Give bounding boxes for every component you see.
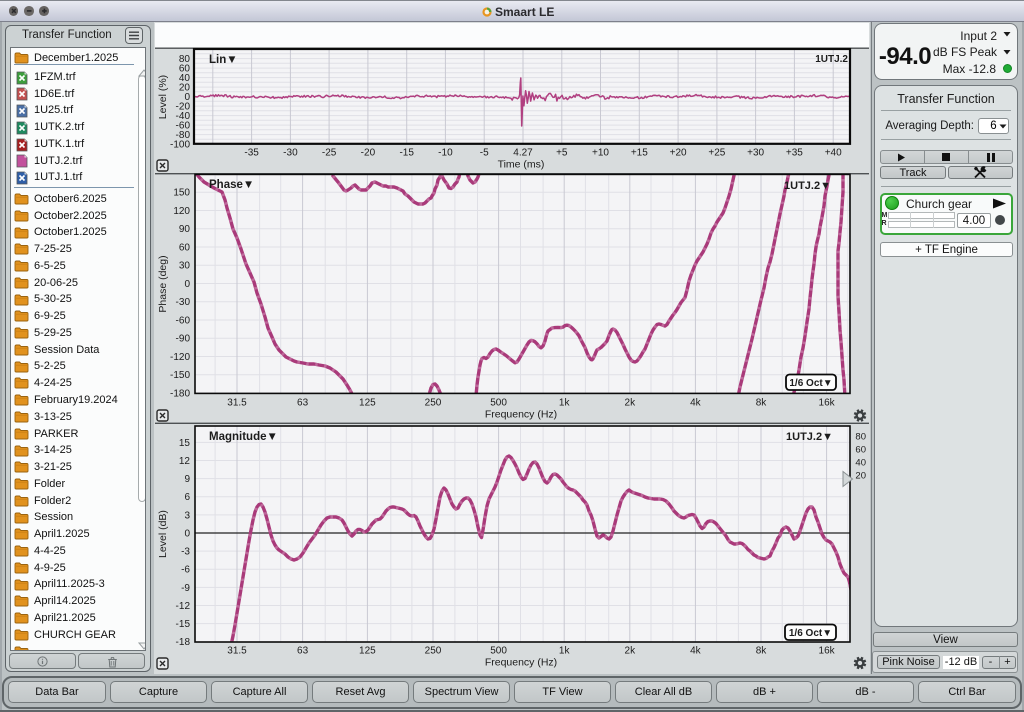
svg-text:-90: -90 (176, 334, 191, 345)
svg-text:Frequency (Hz): Frequency (Hz) (485, 657, 557, 669)
svg-text:0: 0 (184, 92, 190, 103)
svg-text:2k: 2k (625, 398, 637, 409)
svg-text:8k: 8k (756, 398, 768, 409)
svg-text:Frequency (Hz): Frequency (Hz) (485, 409, 557, 421)
svg-text:1UTJ.2▼: 1UTJ.2▼ (784, 180, 831, 192)
svg-text:80: 80 (855, 432, 866, 443)
svg-text:90: 90 (179, 224, 191, 235)
svg-text:Level (dB): Level (dB) (157, 510, 169, 558)
svg-text:+10: +10 (592, 148, 609, 159)
svg-text:-180: -180 (170, 388, 190, 399)
svg-text:+35: +35 (786, 148, 803, 159)
svg-text:0: 0 (184, 279, 190, 290)
svg-text:-100: -100 (170, 140, 190, 151)
svg-text:1/6 Oct▼: 1/6 Oct▼ (789, 378, 832, 389)
svg-text:63: 63 (297, 646, 309, 657)
svg-text:1UTJ.2▼: 1UTJ.2▼ (786, 431, 833, 443)
svg-text:-10: -10 (438, 148, 453, 159)
svg-text:40: 40 (855, 458, 866, 469)
svg-text:1UTJ.2: 1UTJ.2 (815, 54, 848, 65)
svg-text:2k: 2k (625, 646, 637, 657)
svg-text:-5: -5 (480, 148, 489, 159)
svg-text:12: 12 (179, 456, 191, 467)
svg-text:120: 120 (173, 206, 190, 217)
svg-text:15: 15 (179, 438, 191, 449)
svg-text:Time (ms): Time (ms) (498, 159, 545, 171)
svg-text:-80: -80 (176, 130, 191, 141)
svg-text:500: 500 (490, 398, 507, 409)
svg-text:-15: -15 (399, 148, 414, 159)
svg-text:-60: -60 (176, 315, 191, 326)
svg-text:20: 20 (179, 83, 191, 94)
svg-text:250: 250 (425, 398, 442, 409)
svg-text:30: 30 (179, 261, 191, 272)
svg-text:Magnitude▼: Magnitude▼ (209, 431, 278, 443)
svg-text:+25: +25 (708, 148, 725, 159)
svg-text:-12: -12 (176, 601, 191, 612)
svg-text:-30: -30 (176, 297, 191, 308)
svg-text:80: 80 (179, 54, 191, 65)
svg-text:Phase▼: Phase▼ (209, 179, 254, 191)
svg-text:-120: -120 (170, 352, 190, 363)
svg-text:-150: -150 (170, 370, 190, 381)
svg-text:-9: -9 (181, 583, 190, 594)
svg-text:-3: -3 (181, 547, 190, 558)
svg-text:60: 60 (855, 445, 866, 456)
svg-text:60: 60 (179, 64, 191, 75)
svg-text:16k: 16k (819, 398, 836, 409)
svg-text:+15: +15 (631, 148, 648, 159)
svg-text:500: 500 (490, 646, 507, 657)
svg-text:63: 63 (297, 398, 309, 409)
svg-text:31.5: 31.5 (227, 398, 247, 409)
svg-text:4.27: 4.27 (513, 148, 533, 159)
svg-text:250: 250 (425, 646, 442, 657)
svg-text:31.5: 31.5 (227, 646, 247, 657)
svg-text:8k: 8k (756, 646, 768, 657)
svg-text:-60: -60 (176, 121, 191, 132)
svg-text:+5: +5 (556, 148, 568, 159)
svg-text:-20: -20 (361, 148, 376, 159)
svg-text:1/6 Oct▼: 1/6 Oct▼ (789, 628, 832, 639)
svg-text:150: 150 (173, 188, 190, 199)
svg-text:Lin▼: Lin▼ (209, 54, 238, 66)
svg-text:+20: +20 (670, 148, 687, 159)
svg-text:-30: -30 (283, 148, 298, 159)
svg-text:-35: -35 (244, 148, 259, 159)
svg-text:-6: -6 (181, 565, 190, 576)
svg-text:125: 125 (359, 646, 376, 657)
svg-text:1k: 1k (559, 398, 571, 409)
svg-text:3: 3 (184, 510, 190, 521)
svg-text:60: 60 (179, 242, 191, 253)
svg-text:+40: +40 (825, 148, 842, 159)
svg-text:16k: 16k (819, 646, 836, 657)
svg-text:4k: 4k (690, 398, 702, 409)
svg-text:9: 9 (184, 474, 190, 485)
svg-text:40: 40 (179, 73, 191, 84)
svg-text:-15: -15 (176, 619, 191, 630)
svg-text:0: 0 (184, 528, 190, 539)
svg-text:-25: -25 (322, 148, 337, 159)
svg-text:1k: 1k (559, 646, 571, 657)
svg-text:20: 20 (855, 471, 866, 482)
svg-text:-40: -40 (176, 111, 191, 122)
svg-text:+30: +30 (747, 148, 764, 159)
svg-text:Phase (deg): Phase (deg) (157, 255, 169, 312)
svg-text:-18: -18 (176, 637, 191, 648)
svg-text:125: 125 (359, 398, 376, 409)
svg-text:4k: 4k (690, 646, 702, 657)
svg-text:Level (%): Level (%) (157, 75, 169, 119)
svg-text:6: 6 (184, 492, 190, 503)
svg-text:-20: -20 (176, 102, 191, 113)
